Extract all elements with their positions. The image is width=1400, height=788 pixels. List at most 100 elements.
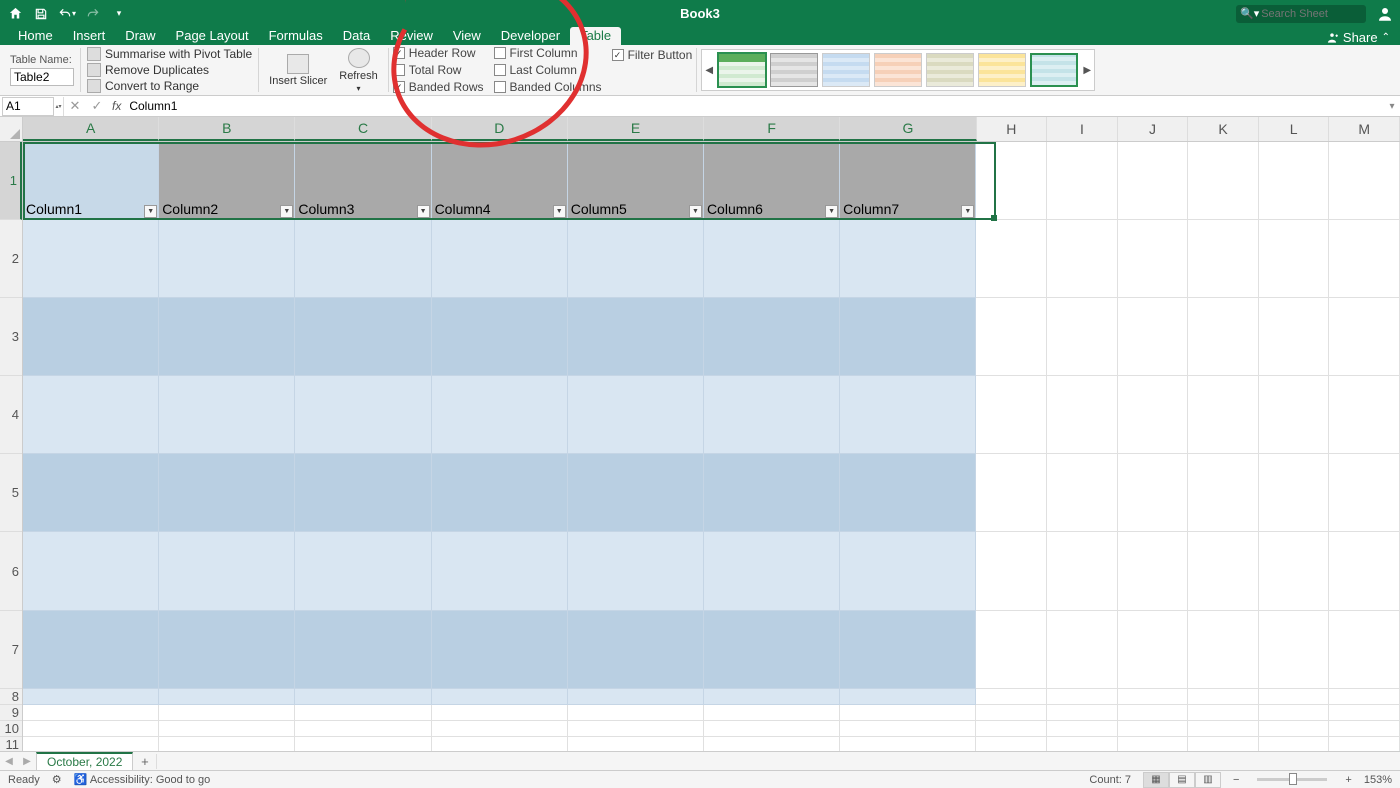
cell-E10[interactable] bbox=[568, 721, 704, 737]
cell-A10[interactable] bbox=[23, 721, 159, 737]
cell-M8[interactable] bbox=[1329, 689, 1400, 705]
cell-M4[interactable] bbox=[1329, 376, 1400, 454]
cell-D11[interactable] bbox=[432, 737, 568, 751]
cell-E9[interactable] bbox=[568, 705, 704, 721]
column-header-C[interactable]: C bbox=[295, 117, 431, 141]
cell-F3[interactable] bbox=[704, 298, 840, 376]
cell-G2[interactable] bbox=[840, 220, 976, 298]
cell-H9[interactable] bbox=[976, 705, 1047, 721]
cell-E6[interactable] bbox=[568, 532, 704, 611]
filter-dropdown-icon[interactable]: ▼ bbox=[280, 205, 293, 218]
cell-M3[interactable] bbox=[1329, 298, 1400, 376]
cell-E8[interactable] bbox=[568, 689, 704, 705]
cell-H6[interactable] bbox=[976, 532, 1047, 611]
zoom-in-button[interactable]: + bbox=[1345, 774, 1351, 786]
cell-A5[interactable] bbox=[23, 454, 159, 532]
cell-E11[interactable] bbox=[568, 737, 704, 751]
cell-L7[interactable] bbox=[1259, 611, 1330, 689]
column-header-B[interactable]: B bbox=[159, 117, 295, 141]
column-header-G[interactable]: G bbox=[840, 117, 976, 141]
save-icon[interactable] bbox=[32, 5, 50, 23]
undo-icon[interactable]: ▾ bbox=[58, 5, 76, 23]
cell-E1[interactable]: Column5▼ bbox=[568, 142, 704, 220]
cell-M11[interactable] bbox=[1329, 737, 1400, 751]
table-style-5[interactable] bbox=[926, 53, 974, 87]
zoom-level[interactable]: 153% bbox=[1364, 774, 1392, 786]
cell-L8[interactable] bbox=[1259, 689, 1330, 705]
cell-K2[interactable] bbox=[1188, 220, 1259, 298]
cell-B6[interactable] bbox=[159, 532, 295, 611]
filter-dropdown-icon[interactable]: ▼ bbox=[553, 205, 566, 218]
cell-E2[interactable] bbox=[568, 220, 704, 298]
cell-L9[interactable] bbox=[1259, 705, 1330, 721]
cell-D5[interactable] bbox=[432, 454, 568, 532]
cell-C11[interactable] bbox=[295, 737, 431, 751]
cell-L10[interactable] bbox=[1259, 721, 1330, 737]
cell-M1[interactable] bbox=[1329, 142, 1400, 220]
accessibility-status[interactable]: ♿ Accessibility: Good to go bbox=[74, 773, 211, 786]
cell-I9[interactable] bbox=[1047, 705, 1118, 721]
insert-slicer-button[interactable]: Insert Slicer bbox=[263, 54, 333, 87]
cell-G9[interactable] bbox=[840, 705, 976, 721]
cell-D3[interactable] bbox=[432, 298, 568, 376]
column-header-L[interactable]: L bbox=[1259, 117, 1330, 141]
cell-I1[interactable] bbox=[1047, 142, 1118, 220]
cell-M2[interactable] bbox=[1329, 220, 1400, 298]
cell-B1[interactable]: Column2▼ bbox=[159, 142, 295, 220]
convert-to-range-button[interactable]: Convert to Range bbox=[85, 78, 254, 94]
cell-G6[interactable] bbox=[840, 532, 976, 611]
cell-G3[interactable] bbox=[840, 298, 976, 376]
cell-J2[interactable] bbox=[1118, 220, 1189, 298]
cell-L2[interactable] bbox=[1259, 220, 1330, 298]
row-header-9[interactable]: 9 bbox=[0, 705, 22, 721]
cell-K7[interactable] bbox=[1188, 611, 1259, 689]
cell-E3[interactable] bbox=[568, 298, 704, 376]
cell-A4[interactable] bbox=[23, 376, 159, 454]
cell-I5[interactable] bbox=[1047, 454, 1118, 532]
cell-E7[interactable] bbox=[568, 611, 704, 689]
first-column-checkbox[interactable]: First Column bbox=[494, 46, 602, 61]
cell-F5[interactable] bbox=[704, 454, 840, 532]
cell-A8[interactable] bbox=[23, 689, 159, 705]
cell-L11[interactable] bbox=[1259, 737, 1330, 751]
cell-K5[interactable] bbox=[1188, 454, 1259, 532]
cell-K11[interactable] bbox=[1188, 737, 1259, 751]
cell-C9[interactable] bbox=[295, 705, 431, 721]
cell-D10[interactable] bbox=[432, 721, 568, 737]
column-header-M[interactable]: M bbox=[1329, 117, 1400, 141]
row-header-6[interactable]: 6 bbox=[0, 532, 22, 611]
cell-D7[interactable] bbox=[432, 611, 568, 689]
filter-dropdown-icon[interactable]: ▼ bbox=[825, 205, 838, 218]
cell-M9[interactable] bbox=[1329, 705, 1400, 721]
tab-view[interactable]: View bbox=[443, 27, 491, 45]
cell-K9[interactable] bbox=[1188, 705, 1259, 721]
cell-L4[interactable] bbox=[1259, 376, 1330, 454]
row-header-1[interactable]: 1 bbox=[0, 142, 22, 220]
sheet-nav-prev[interactable]: ◀ bbox=[0, 756, 18, 767]
formula-input[interactable] bbox=[125, 99, 1384, 113]
cell-L6[interactable] bbox=[1259, 532, 1330, 611]
column-header-D[interactable]: D bbox=[432, 117, 568, 141]
cell-I6[interactable] bbox=[1047, 532, 1118, 611]
add-sheet-button[interactable]: + bbox=[133, 754, 157, 769]
cell-G10[interactable] bbox=[840, 721, 976, 737]
cell-L5[interactable] bbox=[1259, 454, 1330, 532]
cell-C1[interactable]: Column3▼ bbox=[295, 142, 431, 220]
cell-A3[interactable] bbox=[23, 298, 159, 376]
filter-dropdown-icon[interactable]: ▼ bbox=[144, 205, 157, 218]
table-style-4[interactable] bbox=[874, 53, 922, 87]
cell-G11[interactable] bbox=[840, 737, 976, 751]
sheet-tab-active[interactable]: October, 2022 bbox=[36, 752, 133, 770]
tab-developer[interactable]: Developer bbox=[491, 27, 570, 45]
banded-rows-checkbox[interactable]: Banded Rows bbox=[393, 80, 484, 95]
row-header-2[interactable]: 2 bbox=[0, 220, 22, 298]
accept-formula-icon[interactable]: ✓ bbox=[86, 98, 108, 114]
cell-B10[interactable] bbox=[159, 721, 295, 737]
cell-C2[interactable] bbox=[295, 220, 431, 298]
cancel-formula-icon[interactable]: ✕ bbox=[64, 98, 86, 114]
cell-H5[interactable] bbox=[976, 454, 1047, 532]
last-column-checkbox[interactable]: Last Column bbox=[494, 63, 602, 78]
cell-H11[interactable] bbox=[976, 737, 1047, 751]
cell-G1[interactable]: Column7▼ bbox=[840, 142, 976, 220]
tab-home[interactable]: Home bbox=[8, 27, 63, 45]
